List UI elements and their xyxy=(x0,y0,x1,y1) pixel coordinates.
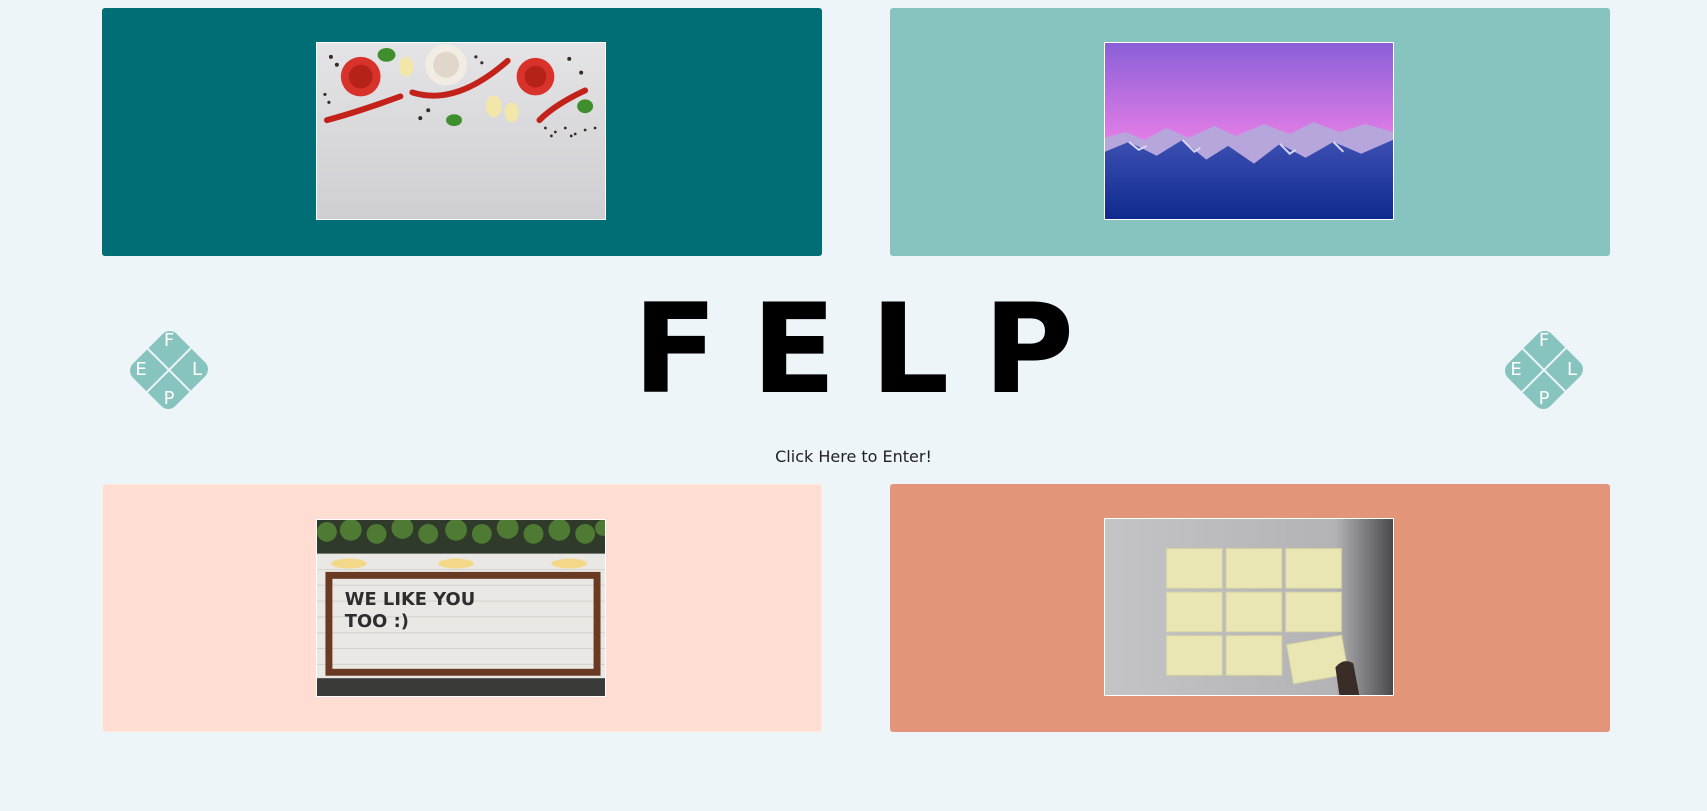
panel-bottom-left[interactable]: WE LIKE YOU TOO :) xyxy=(102,484,822,732)
sign-text-line1: WE LIKE YOU xyxy=(345,589,475,610)
vegetables-image xyxy=(317,43,605,219)
logo-letter-p: P xyxy=(1538,388,1550,409)
panel-bottom-right[interactable] xyxy=(890,484,1610,732)
photo-mountains[interactable] xyxy=(1104,42,1394,220)
page-title: FELP xyxy=(632,278,1109,422)
panel-top-right[interactable] xyxy=(890,8,1610,256)
mountains-image xyxy=(1105,43,1393,219)
photo-vegetables[interactable] xyxy=(316,42,606,220)
sign-image: WE LIKE YOU TOO :) xyxy=(317,520,605,696)
photo-sticky-notes[interactable] xyxy=(1104,518,1394,696)
logo-letter-e: E xyxy=(1510,359,1522,380)
sign-text-line2: TOO :) xyxy=(345,611,409,632)
landing-page: F E L P FELP F E L P Click Here to Enter… xyxy=(0,0,1707,811)
logo-letter-l: L xyxy=(1566,359,1578,380)
photo-sign[interactable]: WE LIKE YOU TOO :) xyxy=(316,519,606,697)
sticky-notes-image xyxy=(1105,519,1393,695)
panel-top-left[interactable] xyxy=(102,8,822,256)
logo-letter-f: F xyxy=(1538,330,1550,351)
felp-logo-right[interactable]: F E L P xyxy=(1491,312,1597,428)
enter-link[interactable]: Click Here to Enter! xyxy=(0,447,1707,466)
